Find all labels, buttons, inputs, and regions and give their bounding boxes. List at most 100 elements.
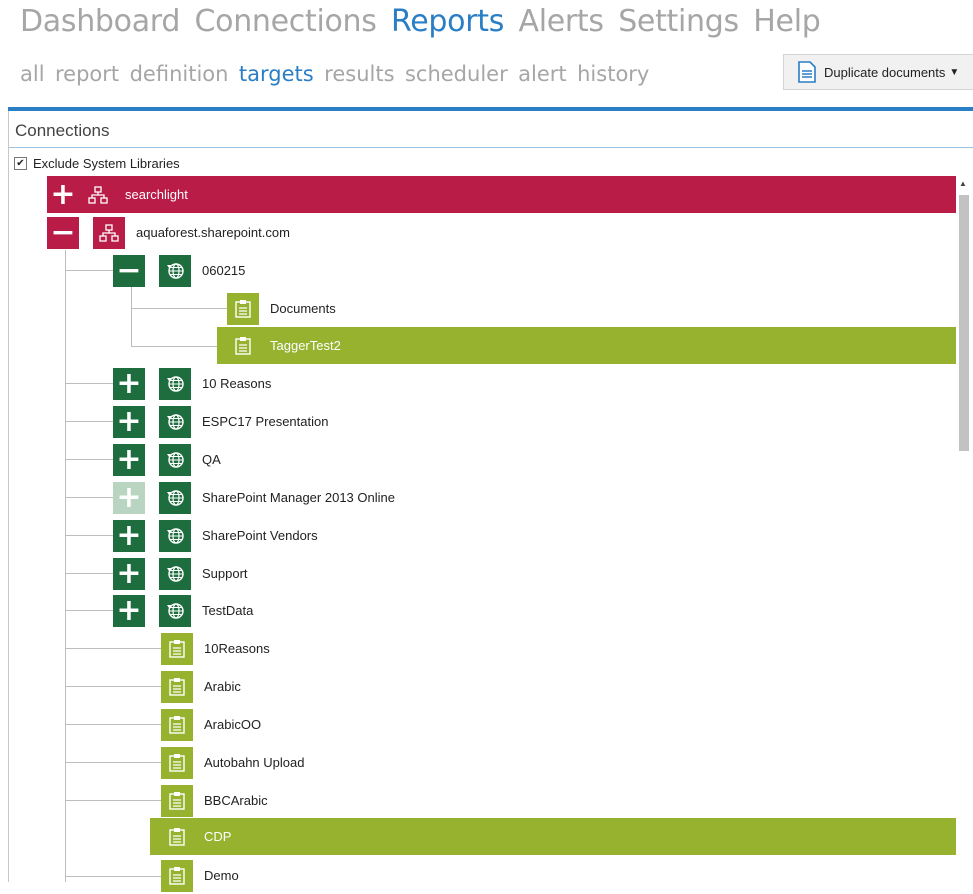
nav-reports[interactable]: Reports [391, 4, 504, 39]
tree-node-library[interactable]: BBCArabic [147, 782, 268, 819]
tree-line [65, 610, 113, 611]
node-label: SharePoint Vendors [202, 528, 318, 543]
tree-line [65, 459, 113, 460]
node-label: CDP [204, 829, 232, 844]
duplicate-documents-label: Duplicate documents [824, 64, 946, 80]
nav-settings[interactable]: Settings [618, 4, 739, 39]
subnav-results[interactable]: results [324, 62, 394, 86]
tree-line [65, 383, 113, 384]
nav-dashboard[interactable]: Dashboard [20, 4, 180, 39]
tree-line [65, 497, 113, 498]
tree-line [131, 286, 132, 346]
tree-node-site[interactable]: + Support [113, 555, 248, 592]
globe-icon [159, 519, 191, 552]
globe-icon [159, 405, 191, 438]
nav-connections[interactable]: Connections [195, 4, 377, 39]
subnav-targets[interactable]: targets [239, 62, 314, 86]
nav-alerts[interactable]: Alerts [518, 4, 604, 39]
tree-node-site[interactable]: + SharePoint Vendors [113, 517, 318, 554]
tree-node-searchlight[interactable]: + searchlight [47, 176, 956, 213]
expand-icon[interactable]: + [113, 443, 145, 476]
tree-node-library[interactable]: CDP [150, 818, 956, 855]
globe-icon [159, 367, 191, 400]
exclude-system-libraries[interactable]: ✔ Exclude System Libraries [14, 156, 180, 171]
tree-node-library[interactable]: ArabicOO [147, 706, 261, 743]
tree-line [65, 573, 113, 574]
globe-icon [159, 443, 191, 476]
tree-line [65, 421, 113, 422]
collapse-icon[interactable]: − [113, 254, 145, 287]
tree-node-site[interactable]: + SharePoint Manager 2013 Online [113, 479, 395, 516]
tree-node-taggertest2[interactable]: TaggerTest2 [217, 327, 956, 364]
expand-icon[interactable]: + [113, 519, 145, 552]
expand-icon[interactable]: + [113, 594, 145, 627]
tree-node-library[interactable]: Demo [147, 857, 239, 894]
tree-node-site[interactable]: + ESPC17 Presentation [113, 403, 328, 440]
tree-node-site[interactable]: + 10 Reasons [113, 365, 271, 402]
node-label: ArabicOO [204, 717, 262, 732]
tree-line [65, 250, 66, 882]
tree-line [65, 270, 113, 271]
tree-node-library[interactable]: Autobahn Upload [147, 744, 304, 781]
node-label: Demo [204, 868, 239, 883]
expand-icon[interactable]: + [47, 178, 79, 211]
subnav-report[interactable]: report [55, 62, 119, 86]
node-label: aquaforest.sharepoint.com [136, 225, 290, 240]
expand-icon[interactable]: + [113, 481, 145, 514]
node-label: 10 Reasons [202, 376, 272, 391]
subnav-history[interactable]: history [577, 62, 649, 86]
subnav-scheduler[interactable]: scheduler [405, 62, 508, 86]
duplicate-documents-button[interactable]: Duplicate documents ▼ [783, 54, 973, 90]
library-icon [161, 784, 193, 817]
chevron-down-icon: ▼ [949, 66, 960, 78]
node-label: TestData [202, 603, 254, 618]
tree-node-documents[interactable]: Documents [213, 290, 336, 327]
nav-help[interactable]: Help [753, 4, 821, 39]
node-label: QA [202, 452, 221, 467]
subnav-definition[interactable]: definition [130, 62, 229, 86]
tree-node-060215[interactable]: − 060215 [113, 252, 245, 289]
network-icon [93, 216, 125, 249]
node-label: Arabic [204, 679, 241, 694]
globe-icon [159, 557, 191, 590]
node-label: 10Reasons [204, 641, 270, 656]
collapse-icon[interactable]: − [47, 216, 79, 249]
expand-icon[interactable]: + [113, 557, 145, 590]
expand-icon[interactable]: + [113, 367, 145, 400]
panel-title: Connections [15, 121, 110, 140]
node-label: Support [202, 566, 248, 581]
node-label: ESPC17 Presentation [202, 414, 329, 429]
exclude-checkbox[interactable]: ✔ [14, 157, 27, 170]
globe-icon [159, 254, 191, 287]
expand-icon[interactable]: + [113, 405, 145, 438]
network-icon [82, 178, 114, 211]
sub-nav: all report definition targets results sc… [20, 62, 655, 86]
library-icon [161, 670, 193, 703]
node-label: TaggerTest2 [270, 338, 341, 353]
subnav-all[interactable]: all [20, 62, 45, 86]
tree-node-site[interactable]: + TestData [113, 592, 253, 629]
library-icon [161, 859, 193, 892]
node-label: Documents [270, 301, 336, 316]
subnav-alert[interactable]: alert [518, 62, 567, 86]
node-label: searchlight [125, 187, 188, 202]
globe-icon [159, 594, 191, 627]
library-icon [161, 820, 193, 853]
main-nav: Dashboard Connections Reports Alerts Set… [20, 4, 831, 39]
globe-icon [159, 481, 191, 514]
node-label: BBCArabic [204, 793, 268, 808]
library-icon [227, 292, 259, 325]
scrollbar-thumb[interactable] [959, 195, 969, 451]
tree-node-aquaforest[interactable]: − aquaforest.sharepoint.com [47, 214, 290, 251]
library-icon [227, 329, 259, 362]
library-icon [161, 746, 193, 779]
scroll-up-icon[interactable]: ▲ [959, 179, 967, 188]
node-label: Autobahn Upload [204, 755, 305, 770]
exclude-label: Exclude System Libraries [33, 156, 180, 171]
node-label: SharePoint Manager 2013 Online [202, 490, 395, 505]
tree-node-library[interactable]: 10Reasons [147, 630, 270, 667]
tree-node-library[interactable]: Arabic [147, 668, 241, 705]
tree-node-site[interactable]: + QA [113, 441, 221, 478]
library-icon [161, 632, 193, 665]
panel-divider [9, 147, 973, 148]
